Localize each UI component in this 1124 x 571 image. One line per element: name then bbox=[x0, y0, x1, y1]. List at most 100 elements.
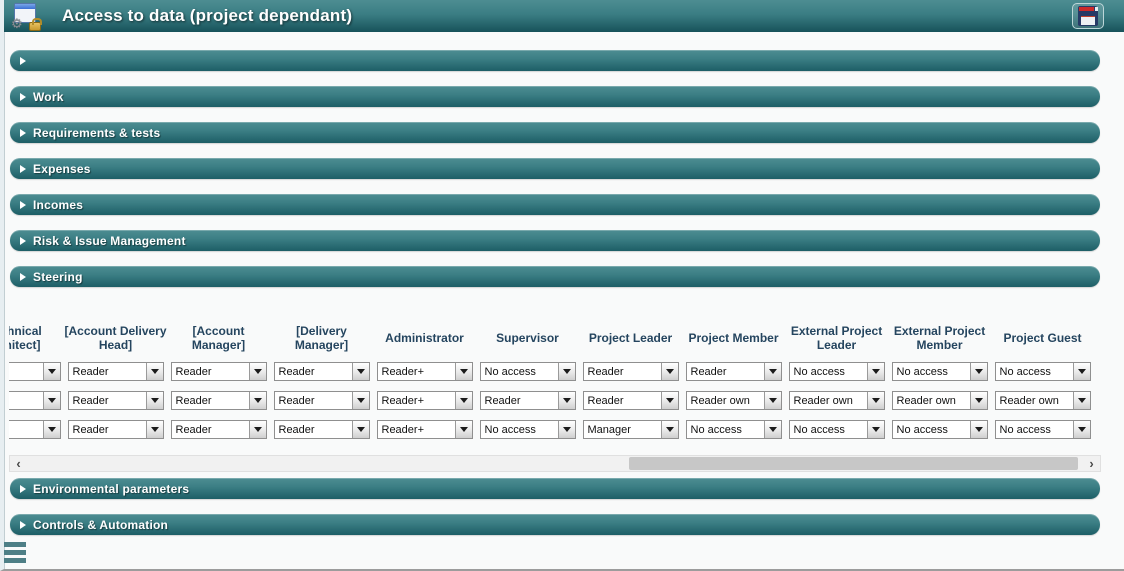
access-level-select[interactable] bbox=[9, 391, 61, 410]
access-level-select[interactable]: No access bbox=[686, 420, 782, 439]
role-column-header: [Delivery Manager] bbox=[270, 318, 373, 358]
section-label: Controls & Automation bbox=[33, 518, 168, 532]
access-level-select[interactable]: Reader bbox=[583, 391, 679, 410]
access-level-select[interactable]: Reader bbox=[68, 391, 164, 410]
chevron-down-icon bbox=[43, 363, 60, 380]
access-level-select[interactable]: Reader bbox=[68, 420, 164, 439]
role-column-header: Supervisor bbox=[476, 318, 579, 358]
chevron-right-icon bbox=[20, 129, 26, 137]
select-value: No access bbox=[687, 421, 764, 438]
access-level-select[interactable]: Reader bbox=[68, 362, 164, 381]
chevron-down-icon bbox=[661, 392, 678, 409]
access-level-select[interactable]: Reader+ bbox=[377, 362, 473, 381]
gear-icon: ⚙ bbox=[11, 17, 23, 32]
select-value: No access bbox=[481, 421, 558, 438]
chevron-down-icon bbox=[1073, 392, 1090, 409]
access-level-select[interactable]: No access bbox=[995, 362, 1091, 381]
access-level-select[interactable]: No access bbox=[480, 420, 576, 439]
accordion-bottom-group: Environmental parameters Controls & Auto… bbox=[10, 478, 1100, 550]
roles-table-columns: [Technical Architect] [Account Delivery … bbox=[9, 302, 1094, 449]
access-level-select[interactable]: Reader bbox=[583, 362, 679, 381]
section-bar-incomes[interactable]: Incomes bbox=[10, 194, 1100, 215]
page-title: Access to data (project dependant) bbox=[62, 6, 352, 26]
section-bar-work[interactable]: Work bbox=[10, 86, 1100, 107]
access-level-select[interactable]: Manager bbox=[583, 420, 679, 439]
chevron-right-icon bbox=[20, 201, 26, 209]
select-value: Reader bbox=[69, 392, 146, 409]
select-value: No access bbox=[481, 363, 558, 380]
access-level-select[interactable]: No access bbox=[892, 362, 988, 381]
grip-lines-icon bbox=[4, 542, 26, 566]
role-column-project-member: Project Member Reader Reader own No acce… bbox=[682, 302, 785, 449]
access-level-select[interactable]: No access bbox=[892, 420, 988, 439]
select-value: Reader+ bbox=[378, 421, 455, 438]
access-level-select[interactable]: Reader bbox=[274, 362, 370, 381]
access-level-select[interactable]: Reader bbox=[274, 391, 370, 410]
access-level-select[interactable]: No access bbox=[480, 362, 576, 381]
access-level-select[interactable]: No access bbox=[789, 420, 885, 439]
access-level-select[interactable]: Reader bbox=[686, 362, 782, 381]
access-security-app-icon: ⚙ bbox=[14, 3, 40, 29]
roles-table-viewport: [Technical Architect] [Account Delivery … bbox=[9, 302, 1101, 449]
select-value: Reader own bbox=[996, 392, 1073, 409]
role-column-header: Project Guest bbox=[991, 318, 1094, 358]
scroll-right-button[interactable]: › bbox=[1083, 456, 1100, 471]
roles-access-table: [Technical Architect] [Account Delivery … bbox=[9, 302, 1101, 472]
section-bar-steering[interactable]: Steering bbox=[10, 266, 1100, 287]
section-bar-requirements-tests[interactable]: Requirements & tests bbox=[10, 122, 1100, 143]
section-bar-risk-issue-management[interactable]: Risk & Issue Management bbox=[10, 230, 1100, 251]
chevron-down-icon bbox=[558, 421, 575, 438]
role-column-administrator: Administrator Reader+ Reader+ Reader+ bbox=[373, 302, 476, 449]
section-label: Requirements & tests bbox=[33, 126, 160, 140]
chevron-down-icon bbox=[455, 421, 472, 438]
access-level-select[interactable]: Reader own bbox=[686, 391, 782, 410]
chevron-down-icon bbox=[455, 363, 472, 380]
horizontal-scrollbar[interactable]: ‹ › bbox=[9, 455, 1101, 472]
section-bar-environmental-parameters[interactable]: Environmental parameters bbox=[10, 478, 1100, 499]
section-bar-expenses[interactable]: Expenses bbox=[10, 158, 1100, 179]
select-value: Reader bbox=[69, 421, 146, 438]
chevron-right-icon bbox=[20, 273, 26, 281]
section-label: Incomes bbox=[33, 198, 83, 212]
select-value bbox=[9, 363, 43, 380]
chevron-down-icon bbox=[43, 392, 60, 409]
access-level-select[interactable]: Reader bbox=[171, 420, 267, 439]
select-value: Reader bbox=[275, 421, 352, 438]
role-column-external-project-leader: External Project Leader No access Reader… bbox=[785, 302, 888, 449]
save-button[interactable] bbox=[1072, 3, 1104, 29]
section-bar-unnamed[interactable] bbox=[10, 50, 1100, 71]
access-level-select[interactable]: Reader+ bbox=[377, 391, 473, 410]
chevron-down-icon bbox=[455, 392, 472, 409]
select-value: Reader bbox=[69, 363, 146, 380]
chevron-down-icon bbox=[867, 421, 884, 438]
access-level-select[interactable]: No access bbox=[789, 362, 885, 381]
access-level-select[interactable]: Reader own bbox=[995, 391, 1091, 410]
access-level-select[interactable]: Reader own bbox=[789, 391, 885, 410]
access-level-select[interactable] bbox=[9, 362, 61, 381]
access-level-select[interactable]: Reader own bbox=[892, 391, 988, 410]
access-level-select[interactable]: Reader bbox=[274, 420, 370, 439]
access-level-select[interactable] bbox=[9, 420, 61, 439]
select-value: No access bbox=[893, 363, 970, 380]
select-value: Reader+ bbox=[378, 392, 455, 409]
role-column-account-manager: [Account Manager] Reader Reader Reader bbox=[167, 302, 270, 449]
scrollbar-track[interactable] bbox=[27, 456, 1083, 471]
access-level-select[interactable]: Reader bbox=[171, 362, 267, 381]
access-level-select[interactable]: Reader+ bbox=[377, 420, 473, 439]
scrollbar-thumb[interactable] bbox=[629, 457, 1078, 470]
select-value: Reader bbox=[584, 392, 661, 409]
select-value: Manager bbox=[584, 421, 661, 438]
access-level-select[interactable]: Reader bbox=[480, 391, 576, 410]
select-value: Reader bbox=[481, 392, 558, 409]
section-bar-controls-automation[interactable]: Controls & Automation bbox=[10, 514, 1100, 535]
role-column-external-project-member: External Project Member No access Reader… bbox=[888, 302, 991, 449]
access-level-select[interactable]: No access bbox=[995, 420, 1091, 439]
chevron-down-icon bbox=[867, 392, 884, 409]
select-value: Reader own bbox=[687, 392, 764, 409]
chevron-right-icon bbox=[20, 57, 26, 65]
chevron-down-icon bbox=[558, 392, 575, 409]
role-column-header: Administrator bbox=[373, 318, 476, 358]
access-level-select[interactable]: Reader bbox=[171, 391, 267, 410]
select-value: Reader bbox=[172, 363, 249, 380]
scroll-left-button[interactable]: ‹ bbox=[10, 456, 27, 471]
